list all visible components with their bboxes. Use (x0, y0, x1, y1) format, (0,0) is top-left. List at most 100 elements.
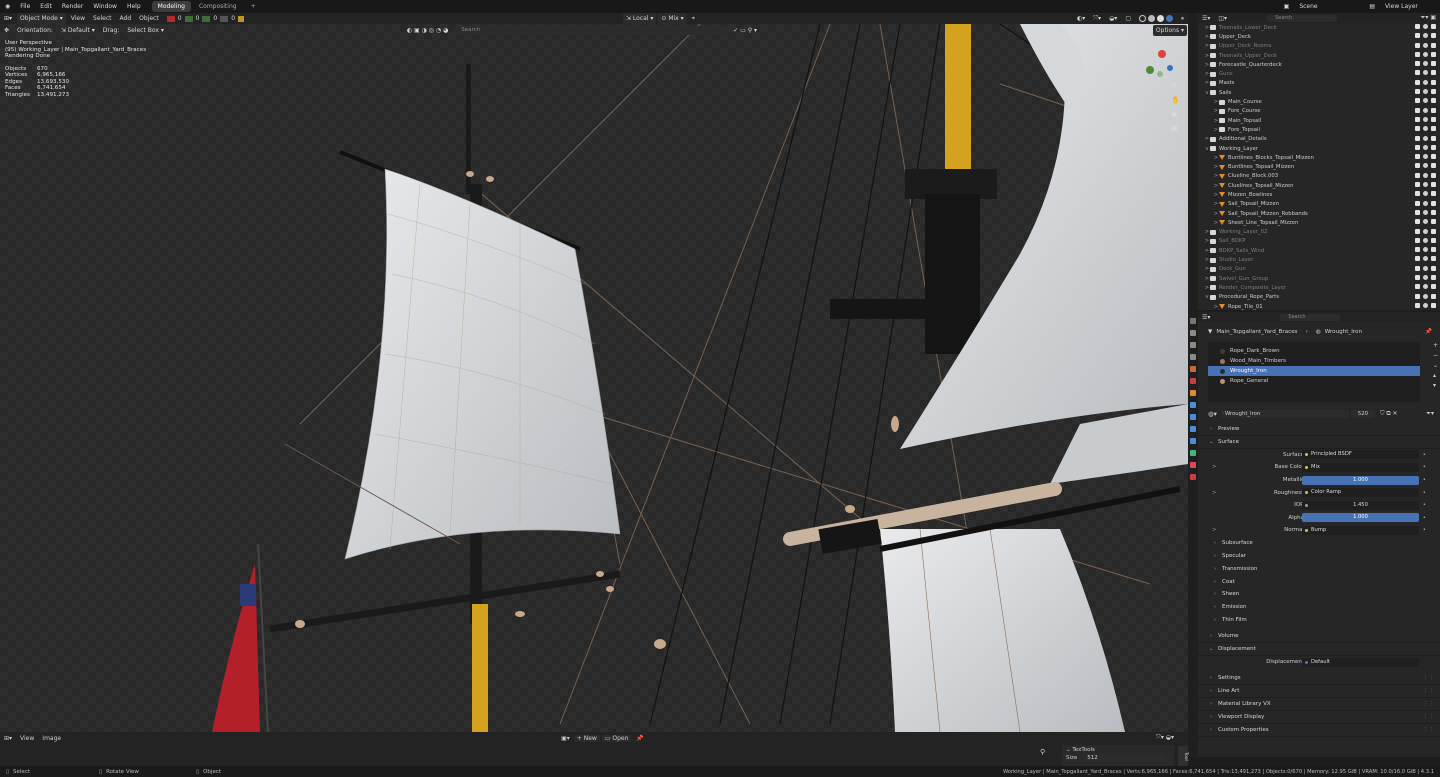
properties-editor-icon[interactable]: ☰▾ (1202, 314, 1210, 321)
keyframe-dot-icon[interactable]: • (1423, 490, 1426, 496)
open-image-button[interactable]: ▭ Open (601, 734, 632, 742)
zoom-icon[interactable]: ⚲ (1040, 748, 1045, 756)
checkbox-icon[interactable] (1415, 79, 1420, 85)
camera-render-icon[interactable] (1431, 61, 1436, 67)
camera-render-icon[interactable] (1431, 265, 1436, 271)
solid-shading-icon[interactable] (1147, 15, 1155, 22)
checkbox-icon[interactable] (1415, 265, 1420, 271)
pivot-selector[interactable]: ⊙ Mix ▾ (658, 13, 687, 24)
eye-icon[interactable] (1423, 275, 1428, 281)
wireframe-shading-icon[interactable] (1138, 15, 1146, 22)
checkbox-icon[interactable] (1415, 275, 1420, 281)
tool-side-tab[interactable]: Tool (1178, 746, 1188, 766)
camera-render-icon[interactable] (1431, 70, 1436, 76)
camera-render-icon[interactable] (1431, 79, 1436, 85)
panel-displacement[interactable]: ⌄ Displacement (1198, 643, 1440, 656)
subpanel[interactable]: › Coat (1198, 575, 1440, 588)
material-users-count[interactable]: 520 (1350, 409, 1375, 418)
menu-object[interactable]: Object (135, 13, 163, 24)
checkbox-icon[interactable] (1415, 98, 1420, 104)
material-name-field[interactable]: Wrought_Iron (1220, 409, 1349, 418)
checkbox-icon[interactable] (1415, 107, 1420, 113)
eye-icon[interactable] (1423, 70, 1428, 76)
pin-image-icon[interactable]: 📌 (636, 735, 643, 742)
options-button[interactable]: Options ▾ (1152, 25, 1187, 36)
eye-icon[interactable] (1423, 265, 1428, 271)
checkbox-icon[interactable] (1415, 191, 1420, 197)
outliner-row[interactable]: > Upper_Deck (1198, 32, 1440, 41)
eye-icon[interactable] (1423, 144, 1428, 150)
checkbox-icon[interactable] (1415, 126, 1420, 132)
field-value[interactable]: Bump (1302, 525, 1419, 535)
checkbox-icon[interactable] (1415, 200, 1420, 206)
camera-render-icon[interactable] (1431, 275, 1436, 281)
eye-icon[interactable] (1423, 284, 1428, 290)
tab-compositing[interactable]: Compositing (193, 1, 243, 12)
move-up-icon[interactable]: ▴ (1433, 372, 1438, 379)
outliner-row[interactable]: > Studio_Layer (1198, 255, 1440, 264)
checkbox-icon[interactable] (1415, 89, 1420, 95)
outliner-filter-icon[interactable]: ⏷▾ ▣ (1421, 14, 1436, 22)
tab-modeling[interactable]: Modeling (151, 1, 191, 12)
viewport-3d[interactable] (0, 24, 1188, 732)
panel[interactable]: › Line Art ⋮⋮ (1198, 685, 1440, 699)
outliner-row[interactable]: > Sail_Topsail_Mizzen (1198, 200, 1440, 209)
new-image-button[interactable]: + New (573, 734, 600, 742)
checkbox-icon[interactable] (1415, 116, 1420, 122)
drag-handle-icon[interactable]: ⋮⋮ (1423, 688, 1434, 694)
field-value[interactable]: 1.000 (1302, 513, 1419, 523)
eye-icon[interactable] (1423, 33, 1428, 39)
view-layer-selector[interactable]: View Layer (1380, 0, 1440, 13)
eye-icon[interactable] (1423, 182, 1428, 188)
camera-render-icon[interactable] (1431, 107, 1436, 113)
camera-render-icon[interactable] (1431, 98, 1436, 104)
keyframe-dot-icon[interactable]: • (1423, 527, 1426, 533)
visibility-icon[interactable]: ◐▾ (1073, 13, 1089, 24)
asset-tools-icons[interactable]: ✓ ▭ ⚲ ▾ (729, 25, 761, 36)
eye-icon[interactable] (1423, 61, 1428, 67)
pan-hand-icon[interactable]: ✋ (1171, 96, 1180, 104)
material-slot[interactable]: Rope_General (1208, 376, 1420, 386)
checkbox-icon[interactable] (1415, 172, 1420, 178)
overlay-icon[interactable]: ◒▾ (1105, 13, 1121, 24)
gizmo-toggle-icon[interactable]: ⤧▾ ◒▾ (1156, 734, 1174, 742)
slot-menu-icon[interactable]: ⌄ (1433, 362, 1438, 369)
camera-render-icon[interactable] (1431, 209, 1436, 215)
outliner-row[interactable]: > Rope_Tile_01 (1198, 302, 1440, 310)
camera-render-icon[interactable] (1431, 135, 1436, 141)
eye-icon[interactable] (1423, 172, 1428, 178)
camera-icon[interactable]: ◉ (1171, 110, 1180, 118)
particles-tab-icon[interactable] (1190, 414, 1196, 420)
outliner-row[interactable]: > Masts (1198, 79, 1440, 88)
keyframe-dot-icon[interactable]: • (1423, 515, 1426, 521)
size-field[interactable]: 512 (1084, 755, 1165, 761)
subpanel[interactable]: › Thin Film (1198, 614, 1440, 627)
camera-render-icon[interactable] (1431, 237, 1436, 243)
physics-tab-icon[interactable] (1190, 426, 1196, 432)
fake-user-icon[interactable]: ⛉ ⧉ ✕ (1380, 410, 1398, 418)
outliner-row[interactable]: > BDKP_Sails_Wind (1198, 246, 1440, 255)
modifier-tab-icon[interactable] (1190, 402, 1196, 408)
drag-handle-icon[interactable]: ⋮⋮ (1423, 727, 1434, 733)
checkbox-icon[interactable] (1415, 256, 1420, 262)
checkbox-icon[interactable] (1415, 163, 1420, 169)
checkbox-icon[interactable] (1415, 154, 1420, 160)
checkbox-icon[interactable] (1415, 51, 1420, 57)
outliner-row[interactable]: > Buntlines_Topsail_Mizzen (1198, 162, 1440, 171)
material-slot[interactable]: Rope_Dark_Brown (1208, 346, 1420, 356)
editor-type-icon[interactable]: ⊞▾ (0, 13, 16, 24)
keyframe-dot-icon[interactable]: • (1423, 452, 1426, 458)
material-slot[interactable]: Wrought_Iron (1208, 366, 1420, 376)
panel-surface[interactable]: ⌄ Surface (1198, 436, 1440, 449)
checkbox-icon[interactable] (1415, 293, 1420, 299)
orientation-selector[interactable]: ⇲ Default ▾ (57, 25, 98, 36)
outliner-row[interactable]: > Treenails_Upper_Deck (1198, 51, 1440, 60)
subpanel[interactable]: › Subsurface (1198, 537, 1440, 550)
checkbox-icon[interactable] (1415, 284, 1420, 290)
menu-help[interactable]: Help (122, 0, 146, 13)
camera-render-icon[interactable] (1431, 126, 1436, 132)
keyframe-dot-icon[interactable]: • (1423, 477, 1426, 483)
camera-render-icon[interactable] (1431, 42, 1436, 48)
panel[interactable]: › Settings ⋮⋮ (1198, 673, 1440, 686)
panel[interactable]: › Material Library VX ⋮⋮ (1198, 698, 1440, 711)
